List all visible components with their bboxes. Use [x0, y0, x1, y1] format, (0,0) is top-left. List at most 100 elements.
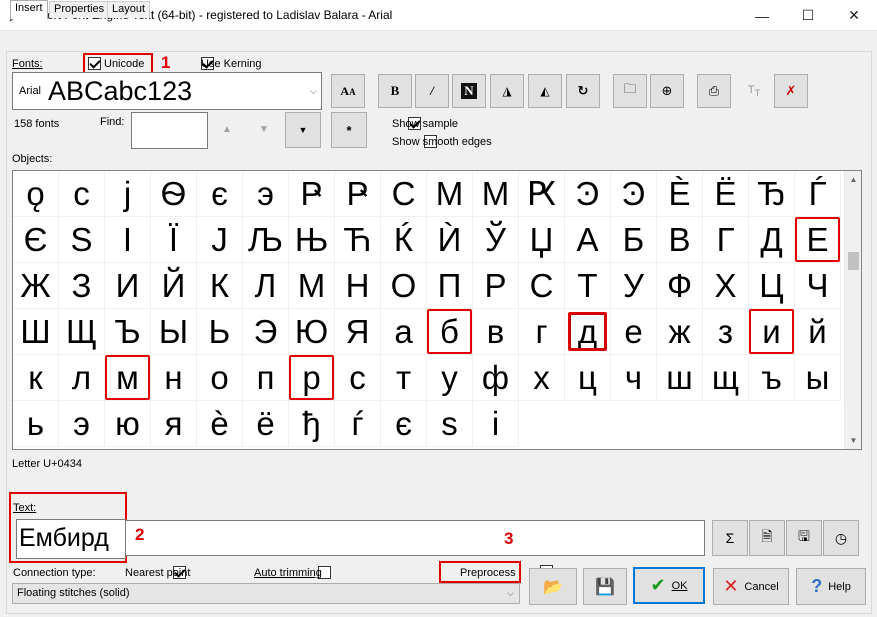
glyph-cell[interactable]: Р	[473, 263, 519, 309]
glyph-cell[interactable]: х	[519, 355, 565, 401]
glyph-cell[interactable]: М	[289, 263, 335, 309]
glyph-cell[interactable]: э	[59, 401, 105, 447]
glyph-cell[interactable]: Є	[13, 217, 59, 263]
connection-type-select[interactable]: Floating stitches (solid) ⌵	[12, 583, 520, 604]
text-input-extension[interactable]	[126, 520, 705, 556]
glyph-cell[interactable]: Ў	[473, 217, 519, 263]
document-button[interactable]: 🗎	[749, 520, 785, 556]
glyph-cell[interactable]: Ѝ	[427, 217, 473, 263]
glyph-cell[interactable]: О	[381, 263, 427, 309]
glyph-cell[interactable]: Ю	[289, 309, 335, 355]
glyph-cell[interactable]: Д	[749, 217, 795, 263]
glyph-cell[interactable]: м	[105, 355, 151, 401]
glyph-cell[interactable]: ј	[105, 171, 151, 217]
scroll-down-icon[interactable]: ▼	[845, 432, 861, 449]
glyph-cell[interactable]: ы	[795, 355, 841, 401]
glyph-cell[interactable]: Ҏ	[289, 171, 335, 217]
glyph-cell[interactable]: Ѳ	[151, 171, 197, 217]
glyph-cell[interactable]: А	[565, 217, 611, 263]
glyph-cell[interactable]: З	[59, 263, 105, 309]
glyph-cell[interactable]: Ш	[13, 309, 59, 355]
glyph-cell[interactable]: Ќ	[381, 217, 427, 263]
glyph-cell[interactable]: Ͽ	[611, 171, 657, 217]
glyph-cell[interactable]: Ъ	[105, 309, 151, 355]
glyph-cell[interactable]: ъ	[749, 355, 795, 401]
glyph-cell[interactable]: є	[381, 401, 427, 447]
zoom-button[interactable]: ⊕	[650, 74, 684, 108]
glyph-cell[interactable]: Ы	[151, 309, 197, 355]
glyph-cell[interactable]: Л	[243, 263, 289, 309]
glyph-cell[interactable]: о	[197, 355, 243, 401]
glyph-cell[interactable]: ш	[657, 355, 703, 401]
cancel-button[interactable]: ✕ Cancel	[713, 568, 789, 605]
glyph-cell[interactable]: Њ	[289, 217, 335, 263]
minimize-button[interactable]: —	[739, 0, 785, 31]
glyph-cell[interactable]: Ё	[703, 171, 749, 217]
open-button[interactable]: 📂	[529, 568, 577, 605]
glyph-cell[interactable]: Ж	[13, 263, 59, 309]
glyph-cell[interactable]: Џ	[519, 217, 565, 263]
outline-button[interactable]: N	[452, 74, 486, 108]
rotate-button[interactable]: ↻	[566, 74, 600, 108]
glyph-cell[interactable]: с	[59, 171, 105, 217]
glyph-cell[interactable]: П	[427, 263, 473, 309]
glyph-cell[interactable]: ѓ	[335, 401, 381, 447]
glyph-cell[interactable]: Т	[565, 263, 611, 309]
glyph-cell[interactable]: ц	[565, 355, 611, 401]
glyph-cell[interactable]: Ц	[749, 263, 795, 309]
tab-properties[interactable]: Properties	[49, 1, 110, 18]
glyph-cell[interactable]: с	[335, 355, 381, 401]
glyph-cell[interactable]: д	[565, 309, 611, 355]
glyph-cell[interactable]: Ф	[657, 263, 703, 309]
glyph-cell[interactable]: т	[381, 355, 427, 401]
glyph-cell[interactable]: Ђ	[749, 171, 795, 217]
maximize-button[interactable]: ☐	[785, 0, 831, 31]
glyph-cell[interactable]: ф	[473, 355, 519, 401]
print-button[interactable]: ⎙	[697, 74, 731, 108]
glyph-cell[interactable]: п	[243, 355, 289, 401]
glyph-cell[interactable]: Г	[703, 217, 749, 263]
glyph-cell[interactable]: М	[427, 171, 473, 217]
glyph-cell[interactable]: е	[611, 309, 657, 355]
glyph-cell[interactable]: ё	[243, 401, 289, 447]
font-selector[interactable]: Arial ABCabc123 ⌵	[12, 72, 322, 110]
glyph-cell[interactable]: Ь	[197, 309, 243, 355]
glyph-cell[interactable]: Ͽ	[565, 171, 611, 217]
unicode-checkbox[interactable]	[88, 57, 101, 70]
glyph-cell[interactable]: ђ	[289, 401, 335, 447]
open-folder-button[interactable]: 🗀	[613, 74, 647, 108]
grid-scrollbar[interactable]: ▲ ▼	[844, 171, 861, 449]
glyph-cell[interactable]: В	[657, 217, 703, 263]
find-next-icon[interactable]: ▼	[259, 124, 269, 135]
glyph-cell[interactable]: у	[427, 355, 473, 401]
glyph-cell[interactable]: Ѓ	[795, 171, 841, 217]
glyph-cell[interactable]: ю	[105, 401, 151, 447]
glyph-cell[interactable]: ь	[13, 401, 59, 447]
italic-button[interactable]: /	[415, 74, 449, 108]
glyph-cell[interactable]: є	[197, 171, 243, 217]
glyph-cell[interactable]: Н	[335, 263, 381, 309]
tab-layout[interactable]: Layout	[107, 1, 151, 18]
glyph-cell[interactable]: ч	[611, 355, 657, 401]
stop-button[interactable]: ✗	[774, 74, 808, 108]
glyph-cell[interactable]: э	[243, 171, 289, 217]
glyph-cell[interactable]: Ч	[795, 263, 841, 309]
sum-button[interactable]: Σ	[712, 520, 748, 556]
glyph-cell[interactable]: К	[197, 263, 243, 309]
glyph-cell[interactable]: Ҏ	[335, 171, 381, 217]
glyph-cell[interactable]: Х	[703, 263, 749, 309]
glyph-cell[interactable]: М	[473, 171, 519, 217]
bold-button[interactable]: B	[378, 74, 412, 108]
scroll-thumb[interactable]	[848, 252, 859, 270]
glyph-cell[interactable]: Ԗ	[519, 171, 565, 217]
glyph-cell[interactable]: С	[381, 171, 427, 217]
glyph-cell[interactable]: з	[703, 309, 749, 355]
glyph-cell[interactable]: щ	[703, 355, 749, 401]
glyph-cell[interactable]: І	[105, 217, 151, 263]
glyph-cell[interactable]: а	[381, 309, 427, 355]
mirror-vertical-button[interactable]: ◭	[528, 74, 562, 108]
glyph-cell[interactable]: Б	[611, 217, 657, 263]
save-text-button[interactable]: 🖫	[786, 520, 822, 556]
glyph-cell[interactable]: Й	[151, 263, 197, 309]
clock-button[interactable]: ◷	[823, 520, 859, 556]
